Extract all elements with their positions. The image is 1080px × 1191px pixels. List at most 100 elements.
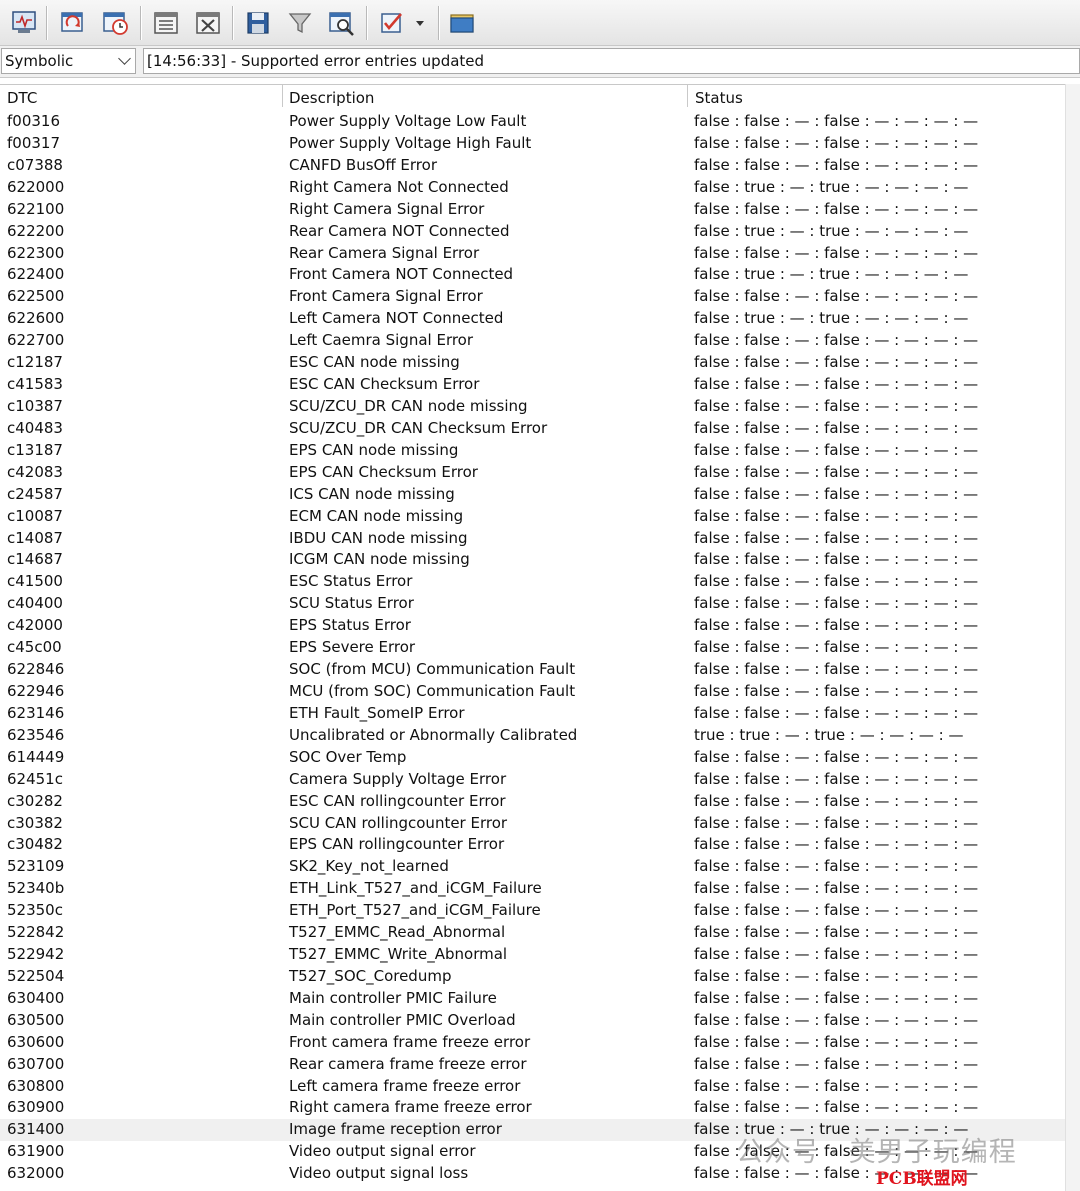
description-cell: EPS CAN Checksum Error bbox=[289, 462, 478, 481]
display-button[interactable] bbox=[6, 5, 42, 41]
table-row[interactable]: 622200 Rear Camera NOT Connected false : t… bbox=[0, 221, 1065, 243]
display-mode-select[interactable]: Symbolic bbox=[1, 48, 136, 74]
description-cell: Video output signal loss bbox=[289, 1164, 469, 1183]
table-row[interactable]: 614449 SOC Over Temp false : false : — : f… bbox=[0, 747, 1065, 769]
dtc-cell: 623146 bbox=[7, 703, 65, 722]
description-cell: SCU/ZCU_DR CAN node missing bbox=[289, 396, 528, 415]
table-row[interactable]: c07388 CANFD BusOff Error false : false : … bbox=[0, 155, 1065, 177]
table-row[interactable]: f00316 Power Supply Voltage Low Fault fals… bbox=[0, 111, 1065, 133]
table-row[interactable]: 522504 T527_SOC_Coredump false : false : —… bbox=[0, 966, 1065, 988]
table-row[interactable]: c30282 ESC CAN rollingcounter Error false … bbox=[0, 791, 1065, 813]
table-row[interactable]: 630600 Front camera frame freeze error fal… bbox=[0, 1032, 1065, 1054]
table-row[interactable]: 630800 Left camera frame freeze error fals… bbox=[0, 1076, 1065, 1098]
dtc-cell: 630500 bbox=[7, 1010, 65, 1029]
table-row[interactable]: 523109 SK2_Key_not_learned false : false :… bbox=[0, 856, 1065, 878]
table-row[interactable]: c12187 ESC CAN node missing false : false … bbox=[0, 352, 1065, 374]
table-row[interactable]: 622700 Left Caemra Signal Error false : fa… bbox=[0, 330, 1065, 352]
column-header-description[interactable]: Description bbox=[289, 89, 374, 107]
table-row[interactable]: c24587 ICS CAN node missing false : false … bbox=[0, 484, 1065, 506]
description-cell: SK2_Key_not_learned bbox=[289, 857, 449, 876]
status-cell: false : false : — : false : — : — : — : … bbox=[694, 638, 979, 657]
table-row[interactable]: 630400 Main controller PMIC Failure false … bbox=[0, 988, 1065, 1010]
dtc-cell: 631900 bbox=[7, 1142, 65, 1161]
table-row[interactable]: 52340b ETH_Link_T527_and_iCGM_Failure fals… bbox=[0, 878, 1065, 900]
table-row[interactable]: c42083 EPS CAN Checksum Error false : fals… bbox=[0, 462, 1065, 484]
dtc-cell: 622100 bbox=[7, 199, 65, 218]
table-row[interactable]: 622946 MCU (from SOC) Communication Fault… bbox=[0, 681, 1065, 703]
status-cell: false : false : — : false : — : — : — : … bbox=[694, 418, 979, 437]
description-cell: ECM CAN node missing bbox=[289, 506, 464, 525]
description-cell: SCU Status Error bbox=[289, 594, 414, 613]
description-cell: Left camera frame freeze error bbox=[289, 1076, 521, 1095]
table-row[interactable]: 622846 SOC (from MCU) Communication Fault… bbox=[0, 659, 1065, 681]
refresh-button[interactable] bbox=[55, 5, 91, 41]
table-row[interactable]: 630500 Main controller PMIC Overload false… bbox=[0, 1010, 1065, 1032]
column-header-status[interactable]: Status bbox=[695, 89, 743, 107]
dtc-cell: 632000 bbox=[7, 1164, 65, 1183]
table-row[interactable]: 622500 Front Camera Signal Error false : f… bbox=[0, 286, 1065, 308]
refresh-clock-button[interactable] bbox=[98, 5, 134, 41]
dtc-cell: 622000 bbox=[7, 177, 65, 196]
table-row[interactable]: c13187 EPS CAN node missing false : false … bbox=[0, 440, 1065, 462]
table-row[interactable]: 630700 Rear camera frame freeze error fals… bbox=[0, 1054, 1065, 1076]
description-cell: Front Camera Signal Error bbox=[289, 287, 483, 306]
dtc-cell: c12187 bbox=[7, 353, 63, 372]
table-row[interactable]: 631900 Video output signal error false : … bbox=[0, 1141, 1065, 1163]
status-cell: false : false : — : false : — : — : — : … bbox=[694, 616, 979, 635]
description-cell: Front Camera NOT Connected bbox=[289, 265, 514, 284]
status-cell: false : false : — : false : — : — : — : … bbox=[694, 813, 979, 832]
table-row[interactable]: 622600 Left Camera NOT Connected false : t… bbox=[0, 308, 1065, 330]
save-button[interactable] bbox=[240, 5, 276, 41]
table-row[interactable]: c30482 EPS CAN rollingcounter Error false … bbox=[0, 834, 1065, 856]
table-row[interactable]: 52350c ETH_Port_T527_and_iCGM_Failure fals… bbox=[0, 900, 1065, 922]
table-row[interactable]: f00317 Power Supply Voltage High Fault fal… bbox=[0, 133, 1065, 155]
table-row[interactable]: 522842 T527_EMMC_Read_Abnormal false : fal… bbox=[0, 922, 1065, 944]
search-window-button[interactable] bbox=[324, 5, 360, 41]
table-row[interactable]: c14087 IBDU CAN node missing false : false… bbox=[0, 528, 1065, 550]
dtc-cell: c41583 bbox=[7, 375, 63, 394]
dtc-cell: 622300 bbox=[7, 243, 65, 262]
table-row[interactable]: 623546 Uncalibrated or Abnormally Calibra… bbox=[0, 725, 1065, 747]
dtc-cell: 622200 bbox=[7, 221, 65, 240]
status-cell: false : false : — : false : — : — : — : … bbox=[694, 660, 979, 679]
clear-list-button[interactable] bbox=[190, 5, 226, 41]
status-cell: false : false : — : false : — : — : — : … bbox=[694, 1142, 979, 1161]
table-row[interactable]: 622100 Right Camera Signal Error false : f… bbox=[0, 199, 1065, 221]
table-row[interactable]: 522942 T527_EMMC_Write_Abnormal false : fa… bbox=[0, 944, 1065, 966]
table-row[interactable]: 631400 Image frame reception error false :… bbox=[0, 1119, 1065, 1142]
folder-button[interactable] bbox=[444, 5, 480, 41]
table-row[interactable]: c40400 SCU Status Error false : false : — … bbox=[0, 593, 1065, 615]
status-cell: false : false : — : false : — : — : — : … bbox=[694, 966, 979, 985]
description-cell: Image frame reception error bbox=[289, 1120, 502, 1139]
display-icon bbox=[12, 11, 36, 33]
filter-button[interactable] bbox=[282, 5, 318, 41]
description-cell: EPS CAN rollingcounter Error bbox=[289, 835, 505, 854]
table-row[interactable]: 622400 Front Camera NOT Connected false : … bbox=[0, 264, 1065, 286]
status-message-text: [14:56:33] - Supported error entries upd… bbox=[147, 52, 485, 70]
description-cell: EPS Status Error bbox=[289, 616, 411, 635]
table-row[interactable]: 630900 Right camera frame freeze error fal… bbox=[0, 1097, 1065, 1119]
dtc-cell: c30382 bbox=[7, 813, 63, 832]
table-row[interactable]: c41500 ESC Status Error false : false : — … bbox=[0, 571, 1065, 593]
table-row[interactable]: c14687 ICGM CAN node missing false : false… bbox=[0, 549, 1065, 571]
table-row[interactable]: c41583 ESC CAN Checksum Error false : fals… bbox=[0, 374, 1065, 396]
table-row[interactable]: c40483 SCU/ZCU_DR CAN Checksum Error false… bbox=[0, 418, 1065, 440]
vertical-scrollbar[interactable] bbox=[1065, 84, 1080, 1191]
description-cell: MCU (from SOC) Communication Fault bbox=[289, 681, 576, 700]
table-row[interactable]: c10387 SCU/ZCU_DR CAN node missing false :… bbox=[0, 396, 1065, 418]
table-row[interactable]: 623146 ETH Fault_SomeIP Error false : fals… bbox=[0, 703, 1065, 725]
list-button[interactable] bbox=[148, 5, 184, 41]
checklist-dropdown-button[interactable] bbox=[374, 5, 430, 41]
table-row[interactable]: 62451c Camera Supply Voltage Error false :… bbox=[0, 769, 1065, 791]
status-cell: false : false : — : false : — : — : — : … bbox=[694, 375, 979, 394]
table-row[interactable]: 632000 Video output signal loss false : f… bbox=[0, 1163, 1065, 1185]
table-row[interactable]: c45c00 EPS Severe Error false : false : — … bbox=[0, 637, 1065, 659]
status-cell: false : false : — : false : — : — : — : … bbox=[694, 747, 979, 766]
table-row[interactable]: 622300 Rear Camera Signal Error false : fa… bbox=[0, 243, 1065, 265]
table-row[interactable]: c30382 SCU CAN rollingcounter Error false … bbox=[0, 813, 1065, 835]
table-row[interactable]: c10087 ECM CAN node missing false : false … bbox=[0, 506, 1065, 528]
table-row[interactable]: 622000 Right Camera Not Connected false : … bbox=[0, 177, 1065, 199]
table-row[interactable]: c42000 EPS Status Error false : false : — … bbox=[0, 615, 1065, 637]
column-header-dtc[interactable]: DTC bbox=[7, 89, 37, 107]
description-cell: ESC Status Error bbox=[289, 572, 413, 591]
